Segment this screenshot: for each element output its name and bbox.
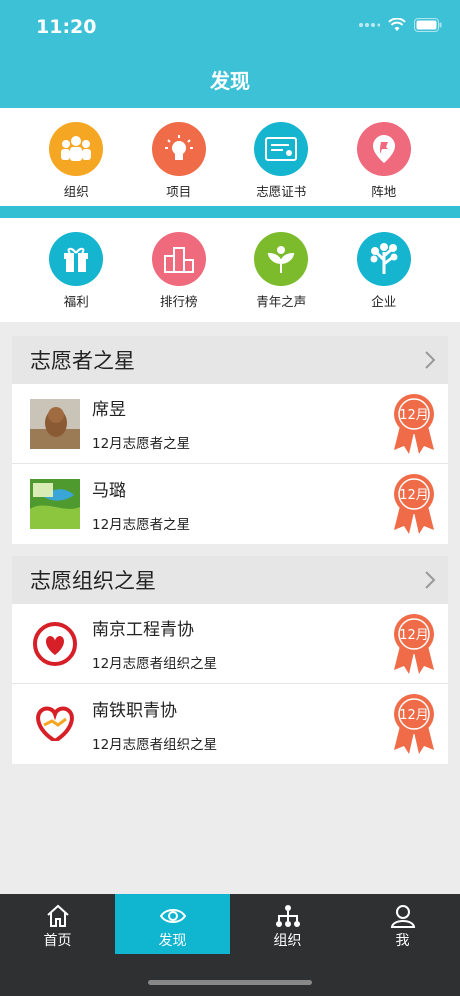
feature-grid-row-1: 组织 项目 志愿证书 阵地 bbox=[0, 108, 460, 206]
grid-item-welfare[interactable]: 福利 bbox=[26, 218, 126, 322]
grid-item-certificate[interactable]: 志愿证书 bbox=[231, 108, 331, 206]
item-text: 南京工程青协 12月志愿者组织之星 bbox=[92, 615, 217, 672]
page-title: 发现 bbox=[210, 69, 250, 93]
wifi-icon bbox=[388, 18, 406, 31]
grid-label: 阵地 bbox=[371, 184, 397, 199]
medal-text: 12月 bbox=[399, 488, 429, 503]
pin-icon bbox=[356, 122, 411, 176]
grid-item-project[interactable]: 项目 bbox=[129, 108, 229, 206]
tab-label: 我 bbox=[395, 933, 410, 949]
tree-icon bbox=[356, 232, 411, 286]
nav-bar: 发现 bbox=[0, 54, 460, 108]
grid-label: 志愿证书 bbox=[256, 184, 307, 199]
certificate-icon bbox=[254, 122, 309, 176]
tab-home[interactable]: 首页 bbox=[0, 894, 115, 954]
signal-icon bbox=[359, 23, 380, 27]
status-time: 11:20 bbox=[36, 16, 97, 38]
grid-label: 企业 bbox=[371, 294, 397, 309]
gift-icon bbox=[49, 232, 104, 286]
home-indicator bbox=[148, 980, 312, 985]
item-name: 南京工程青协 bbox=[92, 620, 194, 640]
item-desc: 12月志愿者组织之星 bbox=[92, 736, 218, 753]
grid-label: 组织 bbox=[63, 184, 89, 199]
tab-organization[interactable]: 组织 bbox=[230, 894, 345, 954]
item-text: 马璐 12月志愿者之星 bbox=[92, 476, 190, 533]
list-item[interactable]: 南京工程青协 12月志愿者组织之星 12月 bbox=[12, 604, 448, 684]
section-org-star: 志愿组织之星 南京工程青协 12月志愿者组织之星 12月 南铁职青协 12月志愿… bbox=[12, 556, 448, 764]
list-item[interactable]: 马璐 12月志愿者之星 12月 bbox=[12, 464, 448, 544]
tab-discover[interactable]: 发现 bbox=[115, 894, 230, 954]
section-header[interactable]: 志愿组织之星 bbox=[12, 556, 448, 604]
item-desc: 12月志愿者之星 bbox=[92, 436, 191, 452]
tab-label: 首页 bbox=[43, 933, 72, 949]
section-title: 志愿者之星 bbox=[30, 349, 135, 373]
grid-label: 排行榜 bbox=[159, 294, 198, 309]
list-item[interactable]: 南铁职青协 12月志愿者组织之星 12月 bbox=[12, 684, 448, 764]
people-icon bbox=[49, 122, 104, 176]
lightbulb-icon bbox=[151, 122, 206, 176]
avatar bbox=[30, 398, 80, 449]
status-icons bbox=[358, 18, 442, 32]
chevron-right-icon bbox=[425, 351, 436, 369]
divider-bar bbox=[0, 206, 460, 218]
user-icon bbox=[390, 905, 415, 928]
grid-item-org[interactable]: 组织 bbox=[26, 108, 126, 206]
item-desc: 12月志愿者之星 bbox=[92, 516, 191, 533]
section-title: 志愿组织之星 bbox=[30, 569, 156, 593]
medal-badge: 12月 bbox=[390, 472, 438, 540]
medal-text: 12月 bbox=[399, 408, 429, 423]
chevron-right-icon bbox=[425, 571, 436, 589]
avatar bbox=[30, 618, 80, 669]
tab-me[interactable]: 我 bbox=[345, 894, 460, 954]
medal-badge: 12月 bbox=[390, 392, 438, 460]
grid-item-ranking[interactable]: 排行榜 bbox=[129, 218, 229, 322]
home-icon bbox=[46, 904, 69, 927]
battery-icon bbox=[414, 18, 442, 32]
podium-icon bbox=[151, 232, 206, 286]
grid-item-base[interactable]: 阵地 bbox=[334, 108, 434, 206]
grid-item-enterprise[interactable]: 企业 bbox=[334, 218, 434, 322]
medal-badge: 12月 bbox=[390, 692, 438, 760]
status-bar: 11:20 bbox=[0, 0, 460, 54]
section-volunteer-star: 志愿者之星 席昱 12月志愿者之星 12月 马璐 12月志愿者之星 12月 bbox=[12, 336, 448, 544]
org-chart-icon bbox=[275, 905, 300, 927]
grid-label: 青年之声 bbox=[256, 294, 307, 309]
medal-text: 12月 bbox=[399, 708, 429, 723]
list-item[interactable]: 席昱 12月志愿者之星 12月 bbox=[12, 384, 448, 464]
eye-icon bbox=[159, 909, 186, 923]
item-text: 席昱 12月志愿者之星 bbox=[92, 395, 190, 452]
item-name: 南铁职青协 bbox=[92, 700, 177, 721]
grid-label: 项目 bbox=[166, 184, 192, 199]
medal-text: 12月 bbox=[399, 628, 429, 643]
item-name: 马璐 bbox=[92, 480, 126, 501]
feature-grid-row-2: 福利 排行榜 青年之声 企业 bbox=[0, 218, 460, 322]
item-name: 席昱 bbox=[92, 400, 126, 420]
grid-label: 福利 bbox=[63, 294, 89, 309]
avatar bbox=[30, 479, 80, 529]
section-header[interactable]: 志愿者之星 bbox=[12, 336, 448, 384]
tab-label: 组织 bbox=[273, 933, 302, 949]
item-desc: 12月志愿者组织之星 bbox=[92, 656, 218, 672]
medal-badge: 12月 bbox=[390, 612, 438, 680]
grid-item-youth-voice[interactable]: 青年之声 bbox=[231, 218, 331, 322]
item-text: 南铁职青协 12月志愿者组织之星 bbox=[92, 696, 217, 753]
sprout-icon bbox=[254, 232, 309, 286]
avatar bbox=[30, 699, 80, 749]
tab-label: 发现 bbox=[158, 933, 187, 949]
